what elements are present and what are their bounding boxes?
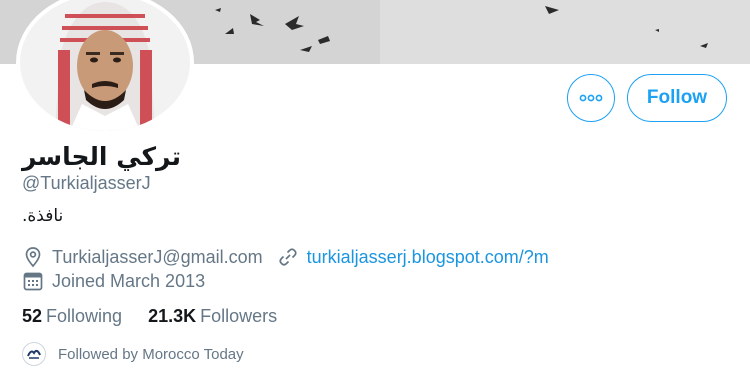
followers-count: 21.3K (148, 306, 197, 326)
profile-email: TurkialjasserJ@gmail.com (52, 246, 263, 267)
avatar-photo (20, 0, 190, 131)
follow-button[interactable]: Follow (627, 74, 727, 122)
follower-avatar[interactable] (22, 342, 46, 366)
morocco-today-logo-icon (24, 344, 44, 364)
location-icon (22, 246, 44, 268)
following-stat[interactable]: 52 Following (22, 306, 122, 327)
more-options-button[interactable] (567, 74, 615, 122)
followed-by[interactable]: Followed by Morocco Today (22, 342, 244, 366)
profile-bio: نافذة. (22, 206, 64, 226)
profile-website-link[interactable]: turkialjasserj.blogspot.com/?m (307, 247, 549, 268)
profile-display-name: تركي الجاسر (22, 142, 181, 171)
link-icon (277, 246, 299, 268)
profile-meta-row: TurkialjasserJ@gmail.com turkialjasserj.… (22, 246, 549, 268)
followed-by-text: Followed by Morocco Today (58, 345, 244, 363)
followers-stat[interactable]: 21.3K Followers (148, 306, 277, 327)
following-label: Following (46, 306, 123, 326)
profile-stats: 52 Following 21.3K Followers (22, 306, 303, 327)
more-dots-icon (579, 94, 603, 102)
profile-avatar-container[interactable] (16, 0, 194, 135)
avatar[interactable] (16, 0, 194, 135)
following-count: 52 (22, 306, 43, 326)
profile-joined-date: Joined March 2013 (52, 270, 206, 291)
profile-handle: @TurkialjasserJ (22, 173, 151, 193)
calendar-icon (22, 270, 44, 292)
profile-joined-row: Joined March 2013 (22, 270, 205, 292)
followers-label: Followers (200, 306, 278, 326)
